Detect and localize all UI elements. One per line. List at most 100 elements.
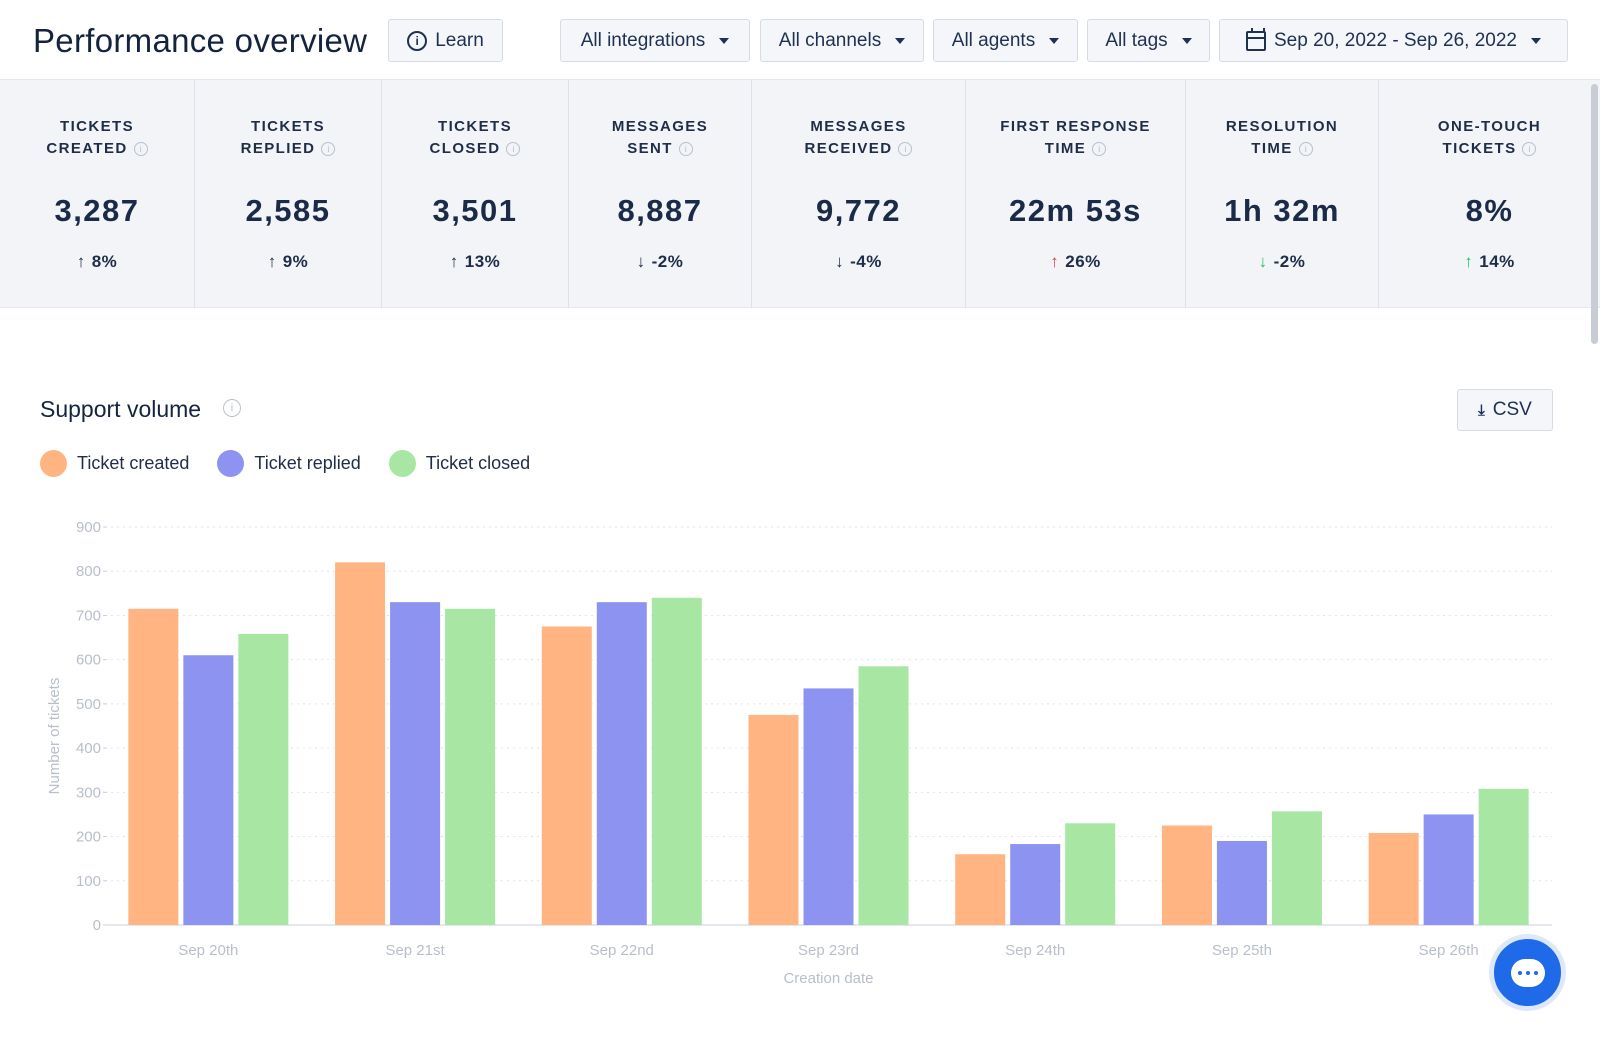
stat-label-line2: TICKETS (1442, 140, 1517, 157)
stat-change: ↓ -4% (752, 252, 965, 272)
bar (1368, 833, 1419, 925)
info-icon[interactable]: i (223, 399, 241, 417)
stat-change-value: 14% (1479, 252, 1515, 271)
y-tick-label: 600 (76, 652, 101, 669)
stat-label-line2: TIME (1251, 140, 1293, 157)
stat-change: ↑ 26% (966, 252, 1185, 272)
info-icon[interactable]: i (506, 142, 521, 156)
arrow-up-icon: ↑ (267, 252, 277, 271)
info-icon[interactable]: i (1298, 142, 1313, 156)
stat-label-line1: TICKETS (251, 118, 325, 135)
bar (183, 655, 234, 925)
info-icon[interactable]: i (1092, 142, 1107, 156)
x-tick-label: Sep 21st (385, 942, 445, 959)
stat-label-line1: TICKETS (60, 118, 134, 135)
legend-dot (217, 450, 245, 477)
chart-title: Support volume (40, 396, 202, 422)
info-icon: i (407, 30, 428, 51)
stat-label-line1: MESSAGES (611, 118, 709, 135)
stat-label-line1: FIRST RESPONSE (1000, 118, 1151, 135)
caret-down-icon (1181, 37, 1192, 44)
y-tick-label: 900 (76, 519, 101, 536)
stat-value: 8% (1465, 193, 1514, 228)
integrations-dropdown[interactable]: All integrations (560, 19, 750, 62)
caret-down-icon (719, 37, 730, 44)
caret-down-icon (895, 37, 906, 44)
stat-label-line2: TIME (1044, 140, 1087, 157)
stat-label-line2: SENT (627, 140, 673, 157)
arrow-down-icon: ↓ (1258, 252, 1268, 271)
date-range-dropdown[interactable]: Sep 20, 2022 - Sep 26, 2022 (1219, 19, 1568, 62)
stat-label-line1: ONE-TOUCH (1437, 118, 1542, 135)
download-icon: ⤓ (1478, 401, 1485, 419)
bar (1271, 811, 1322, 925)
legend-label: Ticket closed (425, 453, 531, 473)
tags-dropdown[interactable]: All tags (1087, 19, 1210, 62)
calendar-icon (1246, 27, 1266, 51)
legend-item-closed[interactable]: Ticket closed (388, 450, 531, 477)
bar (238, 634, 289, 925)
stat-tickets-closed: TICKETS CLOSED i 3,501 ↑ 13% (382, 80, 569, 308)
caret-down-icon (1049, 37, 1060, 44)
x-axis-title: Creation date (783, 970, 873, 987)
header-bar: Performance overview i Learn All integra… (0, 0, 1600, 80)
tags-dropdown-label: All tags (1105, 29, 1168, 51)
bar (541, 626, 592, 925)
caret-down-icon (1530, 37, 1541, 44)
chart-legend: Ticket created Ticket replied Ticket clo… (40, 450, 558, 477)
bar (955, 854, 1006, 925)
bar (803, 688, 854, 925)
stat-resolution-time: RESOLUTION TIME i 1h 32m ↓ -2% (1186, 80, 1379, 308)
y-tick-label: 700 (76, 607, 101, 624)
y-tick-label: 0 (93, 917, 101, 934)
chat-icon (1510, 958, 1545, 987)
bar (596, 602, 647, 925)
stat-change-value: -4% (850, 252, 882, 271)
legend-item-replied[interactable]: Ticket replied (217, 450, 361, 477)
info-icon[interactable]: i (678, 142, 693, 156)
stat-label-line1: MESSAGES (810, 118, 907, 135)
bar (390, 602, 441, 925)
stat-label-line2: REPLIED (240, 140, 316, 157)
bar (858, 666, 909, 925)
y-axis-title: Number of tickets (46, 678, 63, 795)
learn-button-label: Learn (435, 29, 484, 51)
stat-change-value: 26% (1065, 252, 1101, 271)
stat-label-line2: CLOSED (429, 140, 501, 157)
stat-value: 1h 32m (1224, 193, 1340, 228)
info-icon[interactable]: i (321, 142, 336, 156)
stat-tickets-replied: TICKETS REPLIED i 2,585 ↑ 9% (195, 80, 382, 308)
stat-label-line1: RESOLUTION (1225, 118, 1339, 135)
info-icon[interactable]: i (898, 142, 913, 156)
y-tick-label: 300 (76, 784, 101, 801)
info-icon[interactable]: i (133, 142, 148, 156)
info-icon[interactable]: i (1522, 142, 1537, 156)
stat-change: ↑ 13% (382, 252, 568, 272)
bar (335, 562, 386, 925)
csv-download-button[interactable]: ⤓ CSV (1457, 389, 1553, 431)
bar (748, 714, 799, 925)
stat-first-response-time: FIRST RESPONSE TIME i 22m 53s ↑ 26% (966, 80, 1186, 308)
date-range-label: Sep 20, 2022 - Sep 26, 2022 (1274, 29, 1517, 51)
stat-messages-sent: MESSAGES SENT i 8,887 ↓ -2% (569, 80, 752, 308)
x-tick-label: Sep 23rd (798, 942, 859, 959)
stat-value: 9,772 (815, 193, 902, 228)
scrollbar[interactable] (1591, 84, 1598, 344)
y-tick-label: 200 (76, 829, 101, 846)
arrow-down-icon: ↓ (636, 252, 646, 271)
stat-change-value: 13% (464, 252, 501, 271)
channels-dropdown[interactable]: All channels (760, 19, 924, 62)
stat-one-touch-tickets: ONE-TOUCH TICKETS i 8% ↑ 14% (1379, 80, 1600, 308)
stat-value: 3,501 (432, 193, 518, 228)
stat-value: 2,585 (245, 193, 331, 228)
legend-item-created[interactable]: Ticket created (40, 450, 189, 477)
legend-label: Ticket replied (254, 453, 361, 473)
bar (1065, 823, 1116, 925)
chat-launcher-button[interactable] (1489, 934, 1566, 1011)
stat-change: ↓ -2% (569, 252, 751, 272)
agents-dropdown[interactable]: All agents (933, 19, 1078, 62)
stat-change: ↑ 14% (1379, 252, 1600, 272)
stat-change-value: -2% (651, 252, 684, 271)
stat-change: ↑ 8% (0, 252, 194, 272)
learn-button[interactable]: i Learn (388, 19, 503, 62)
